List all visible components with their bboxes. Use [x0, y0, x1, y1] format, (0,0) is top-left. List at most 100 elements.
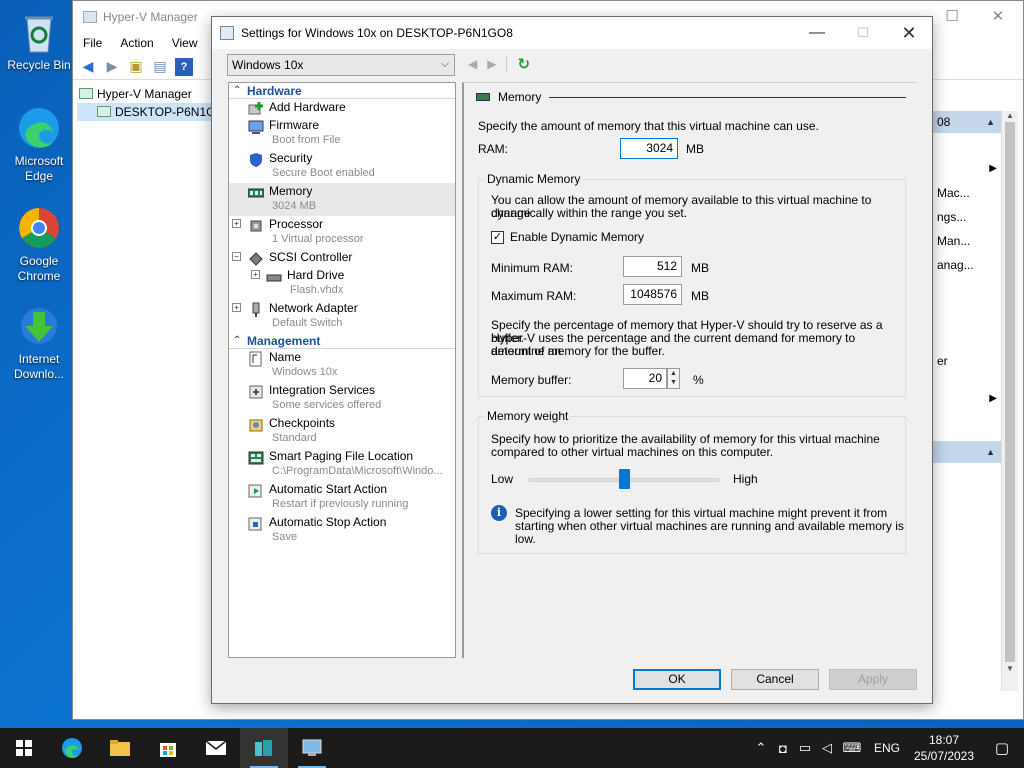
stepper-up-icon[interactable]: ▲ [668, 369, 679, 378]
start-button[interactable] [0, 728, 48, 768]
meet-now-icon[interactable]: ◘ [772, 741, 794, 756]
language-indicator[interactable]: ENG [866, 741, 908, 755]
vm-selector[interactable]: Windows 10x ⌵ [227, 54, 455, 76]
refresh-icon[interactable]: ↻ [517, 55, 530, 73]
network-icon[interactable]: ▭ [794, 740, 816, 756]
tree-root[interactable]: Hyper-V Manager [77, 85, 217, 103]
panel-icon[interactable]: ▤ [151, 58, 169, 76]
item-label: Checkpoints [269, 416, 336, 430]
prev-arrow-icon[interactable]: ◀ [468, 57, 477, 71]
close-icon[interactable]: ✕ [975, 1, 1021, 32]
buffer-stepper[interactable]: ▲ ▼ [667, 368, 680, 389]
taskbar-mail[interactable] [192, 728, 240, 768]
notification-icon[interactable]: ▢ [980, 739, 1024, 757]
tree-item-integration-services[interactable]: Integration Services Some services offer… [229, 382, 455, 415]
tree-item-processor[interactable]: + Processor 1 Virtual processor [229, 216, 455, 249]
checkbox-checked-icon: ✓ [491, 230, 504, 244]
desktop-icon-label: Internet Downlo... [13, 352, 65, 381]
nav-arrows: ◀ ▶ ↻ [468, 55, 530, 73]
collapse-icon[interactable]: − [232, 252, 241, 261]
expand-icon[interactable]: + [232, 303, 241, 312]
scroll-thumb[interactable] [1005, 122, 1015, 662]
tree-item-automatic-stop[interactable]: Automatic Stop Action Save [229, 514, 455, 547]
expand-icon[interactable]: + [232, 219, 241, 228]
chevron-up-icon[interactable]: ⌃ [750, 740, 772, 756]
taskbar-file-explorer[interactable] [96, 728, 144, 768]
action-item[interactable]: Mac... [931, 181, 1001, 205]
vm-settings-icon [302, 739, 322, 756]
help-icon[interactable]: ? [175, 57, 193, 76]
taskbar-hyperv-manager[interactable] [240, 728, 288, 768]
item-sublabel: Standard [272, 432, 317, 444]
tree-item-smart-paging[interactable]: Smart Paging File Location C:\ProgramDat… [229, 448, 455, 481]
tree-item-memory[interactable]: Memory 3024 MB [229, 183, 455, 216]
min-ram-input[interactable]: 512 [623, 256, 682, 277]
tree-item-security[interactable]: Security Secure Boot enabled [229, 150, 455, 183]
desktop-icon-idm[interactable]: Internet Downlo... [6, 302, 72, 382]
ram-input[interactable]: 3024 [620, 138, 678, 159]
item-label: Firmware [269, 118, 319, 132]
scroll-up-icon[interactable]: ▲ [1002, 111, 1018, 120]
taskbar-edge[interactable] [48, 728, 96, 768]
memory-settings-pane: Memory Specify the amount of memory that… [462, 82, 917, 658]
actions-header-2[interactable]: ▲ [931, 441, 1001, 463]
tree-item-checkpoints[interactable]: Checkpoints Standard [229, 415, 455, 448]
weight-slider-thumb[interactable] [618, 469, 630, 489]
menu-file[interactable]: File [83, 36, 102, 50]
enable-dynamic-memory-checkbox[interactable]: ✓ Enable Dynamic Memory [491, 230, 644, 244]
item-label: Automatic Start Action [269, 482, 388, 496]
expand-icon[interactable]: + [251, 270, 260, 279]
tree-item-automatic-start[interactable]: Automatic Start Action Restart if previo… [229, 481, 455, 514]
action-item[interactable]: ngs... [931, 205, 1001, 229]
minimize-icon[interactable]: — [794, 17, 840, 49]
collapse-icon: ▲ [986, 447, 995, 457]
download-manager-icon [15, 302, 63, 350]
cancel-button[interactable]: Cancel [731, 669, 819, 690]
item-label: Processor [269, 217, 324, 231]
chevron-right-icon: ▶ [989, 163, 997, 174]
forward-arrow-icon[interactable]: ▶ [103, 58, 121, 76]
menu-view[interactable]: View [172, 36, 198, 50]
back-arrow-icon[interactable]: ◀ [79, 58, 97, 76]
tree-host[interactable]: DESKTOP-P6N1GO8 [77, 103, 217, 121]
folder-up-icon[interactable]: ▣ [127, 58, 145, 76]
keyboard-icon[interactable]: ⌨ [838, 740, 866, 756]
action-submenu[interactable]: ▶ [931, 387, 1001, 411]
action-item[interactable]: er [931, 349, 1001, 373]
tree-item-scsi-controller[interactable]: − SCSI Controller [229, 249, 455, 267]
tree-item-name[interactable]: Name Windows 10x [229, 349, 455, 382]
clock[interactable]: 18:07 25/07/2023 [908, 732, 980, 764]
divider [506, 56, 508, 72]
close-icon[interactable]: ✕ [886, 17, 932, 49]
stepper-down-icon[interactable]: ▼ [668, 378, 679, 387]
tree-item-network-adapter[interactable]: + Network Adapter Default Switch [229, 300, 455, 333]
action-item[interactable]: Man... [931, 229, 1001, 253]
action-item[interactable]: anag... [931, 253, 1001, 277]
actions-header[interactable]: 08 ▲ [931, 111, 1001, 133]
buffer-input[interactable]: 20 [623, 368, 667, 389]
tree-item-add-hardware[interactable]: Add Hardware [229, 99, 455, 117]
desktop-icon-recycle-bin[interactable]: Recycle Bin [6, 8, 72, 73]
taskbar-store[interactable] [144, 728, 192, 768]
ok-button[interactable]: OK [633, 669, 721, 690]
desktop-icon-edge[interactable]: Microsoft Edge [6, 104, 72, 184]
menu-action[interactable]: Action [120, 36, 153, 50]
taskbar-vm-settings[interactable] [288, 728, 336, 768]
processor-icon [248, 218, 264, 234]
max-ram-input[interactable]: 1048576 [623, 284, 682, 305]
volume-muted-icon[interactable]: ◁ [816, 740, 838, 756]
weight-info: starting when other virtual machines are… [515, 519, 904, 546]
next-arrow-icon[interactable]: ▶ [487, 57, 496, 71]
maximize-icon[interactable]: ☐ [929, 1, 975, 32]
name-icon [248, 351, 264, 367]
actions-scrollbar[interactable]: ▲ ▼ [1001, 111, 1018, 691]
tree-item-firmware[interactable]: Firmware Boot from File [229, 117, 455, 150]
section-management[interactable]: ⌃ Management [229, 333, 455, 349]
scroll-down-icon[interactable]: ▼ [1002, 664, 1018, 673]
vm-selector-value: Windows 10x [232, 58, 304, 72]
item-label: Smart Paging File Location [269, 449, 414, 463]
action-submenu[interactable]: ▶ [931, 157, 1001, 181]
section-hardware[interactable]: ⌃ Hardware [229, 83, 455, 99]
desktop-icon-chrome[interactable]: Google Chrome [6, 204, 72, 284]
tree-item-hard-drive[interactable]: + Hard Drive Flash.vhdx [229, 267, 455, 300]
